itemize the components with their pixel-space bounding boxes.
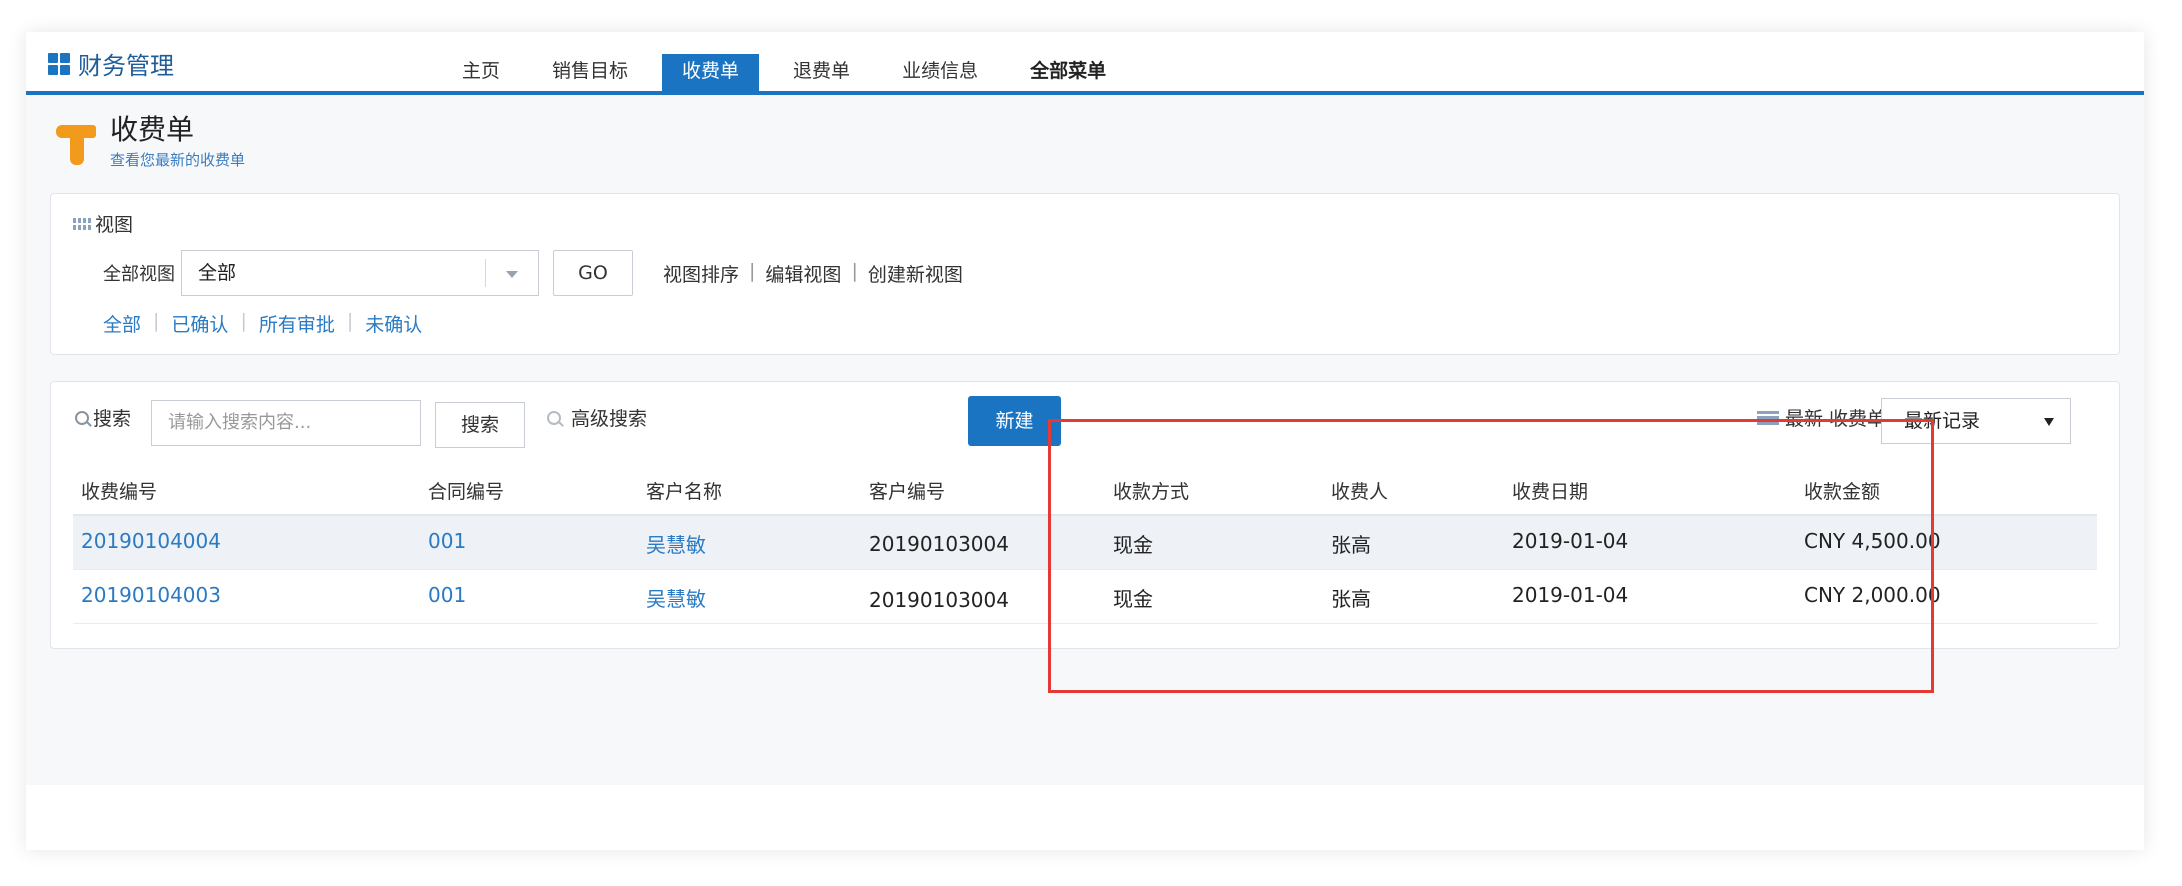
footer-area (26, 785, 2144, 850)
column-header[interactable]: 收款方式 (1113, 477, 1189, 504)
filter-unconfirmed[interactable]: 未确认 (365, 310, 422, 337)
page-subtitle: 查看您最新的收费单 (110, 151, 246, 169)
select-divider (485, 259, 486, 287)
search-input[interactable]: 请输入搜索内容... (151, 400, 421, 446)
edit-view-link[interactable]: 编辑视图 (765, 260, 841, 287)
view-actions: 视图排序 | 编辑视图 | 创建新视图 (663, 260, 963, 287)
list-icon (1757, 410, 1779, 425)
view-select[interactable]: 全部 (181, 250, 539, 296)
contract-number-link[interactable]: 001 (428, 529, 466, 553)
main-tabs: 主页 销售目标 收费单 退费单 业绩信息 全部菜单 (436, 54, 1132, 95)
recent-select-value: 最新记录 (1904, 410, 1981, 432)
divider: | (749, 259, 756, 282)
view-select-value: 全部 (198, 262, 237, 284)
receipt-date: 2019-01-04 (1512, 529, 1629, 553)
column-header[interactable]: 客户名称 (646, 477, 722, 504)
new-button[interactable]: 新建 (968, 396, 1061, 446)
receipts-table: 收费编号 合同编号 客户名称 客户编号 收款方式 收费人 收费日期 收款金额 2… (73, 464, 2097, 624)
column-header[interactable]: 合同编号 (428, 477, 504, 504)
advanced-search-label: 高级搜索 (571, 408, 648, 430)
chevron-down-icon (506, 271, 518, 278)
search-label: 搜索 (75, 404, 131, 431)
filter-all[interactable]: 全部 (103, 310, 141, 337)
sort-views-link[interactable]: 视图排序 (663, 260, 739, 287)
filter-confirmed[interactable]: 已确认 (171, 310, 228, 337)
payment-method: 现金 (1113, 533, 1153, 557)
recent-records-select[interactable]: 最新记录 (1881, 398, 2071, 444)
view-label: 全部视图 (103, 264, 175, 285)
table-header: 收费编号 合同编号 客户名称 客户编号 收款方式 收费人 收费日期 收款金额 (73, 464, 2097, 516)
tab-receipts[interactable]: 收费单 (662, 54, 760, 95)
search-label-text: 搜索 (93, 408, 132, 430)
tab-all-menus[interactable]: 全部菜单 (1004, 54, 1132, 95)
receipt-list-panel: 搜索 请输入搜索内容... 搜索 高级搜索 新建 最新 收费单 最新记录 收费编… (50, 381, 2120, 649)
advanced-search-link[interactable]: 高级搜索 (547, 404, 647, 431)
customer-name-link[interactable]: 吴慧敏 (646, 529, 706, 558)
receipt-amount: CNY 4,500.00 (1804, 529, 1941, 553)
go-button[interactable]: GO (553, 250, 633, 296)
tab-sales-targets[interactable]: 销售目标 (526, 54, 654, 95)
customer-number: 20190103004 (869, 588, 1009, 612)
receipt-date: 2019-01-04 (1512, 583, 1629, 607)
page-header: 收费单 查看您最新的收费单 (56, 113, 245, 170)
view-selector-row: 全部视图 全部 GO 视图排序 | 编辑视图 | 创建新视图 (103, 250, 963, 296)
page-title: 收费单 (110, 113, 195, 146)
caret-down-icon (2044, 418, 2054, 426)
view-heading: 视图 (73, 210, 133, 237)
top-navigation-bar: 财务管理 主页 销售目标 收费单 退费单 业绩信息 全部菜单 (26, 32, 2144, 95)
recent-label-text: 最新 收费单 (1785, 408, 1887, 430)
app-window: 财务管理 主页 销售目标 收费单 退费单 业绩信息 全部菜单 收费单 查看您最新… (26, 32, 2144, 850)
brand-title: 财务管理 (78, 52, 174, 80)
receipt-number-link[interactable]: 20190104004 (81, 529, 221, 553)
search-icon (547, 410, 561, 425)
divider: | (240, 310, 247, 332)
customer-name-link[interactable]: 吴慧敏 (646, 583, 706, 612)
grid-menu-icon (48, 52, 70, 75)
view-heading-label: 视图 (95, 214, 134, 236)
search-icon (75, 410, 89, 425)
tab-home[interactable]: 主页 (436, 54, 526, 95)
table-row[interactable]: 20190104004 001 吴慧敏 20190103004 现金 张高 20… (73, 516, 2097, 570)
tab-refunds[interactable]: 退费单 (767, 54, 876, 95)
divider: | (346, 310, 354, 332)
column-header[interactable]: 收费人 (1331, 477, 1388, 504)
filter-links: 全部 | 已确认 | 所有审批 | 未确认 (103, 310, 422, 337)
column-header[interactable]: 收费日期 (1512, 477, 1588, 504)
tab-performance[interactable]: 业绩信息 (876, 54, 1004, 95)
payment-method: 现金 (1113, 587, 1153, 611)
grid-icon (73, 217, 91, 230)
collector: 张高 (1331, 587, 1371, 611)
table-row[interactable]: 20190104003 001 吴慧敏 20190103004 现金 张高 20… (73, 570, 2097, 624)
main-content: 收费单 查看您最新的收费单 视图 全部视图 全部 GO 视图排序 | 编辑视图 … (26, 95, 2144, 785)
column-header[interactable]: 收款金额 (1804, 477, 1880, 504)
recent-label: 最新 收费单 (1757, 404, 1886, 431)
receipt-number-link[interactable]: 20190104003 (81, 583, 221, 607)
column-header[interactable]: 收费编号 (81, 477, 157, 504)
create-view-link[interactable]: 创建新视图 (868, 260, 963, 287)
contract-number-link[interactable]: 001 (428, 583, 466, 607)
search-button[interactable]: 搜索 (435, 402, 525, 448)
collector: 张高 (1331, 533, 1371, 557)
brand[interactable]: 财务管理 (48, 46, 174, 81)
divider: | (851, 259, 858, 282)
view-panel: 视图 全部视图 全部 GO 视图排序 | 编辑视图 | 创建新视图 全部 | 已… (50, 193, 2120, 355)
column-header[interactable]: 客户编号 (869, 477, 945, 504)
receipt-logo-icon (56, 121, 96, 167)
filter-all-approvals[interactable]: 所有审批 (259, 310, 335, 337)
divider: | (153, 310, 160, 332)
customer-number: 20190103004 (869, 532, 1009, 556)
receipt-amount: CNY 2,000.00 (1804, 583, 1941, 607)
